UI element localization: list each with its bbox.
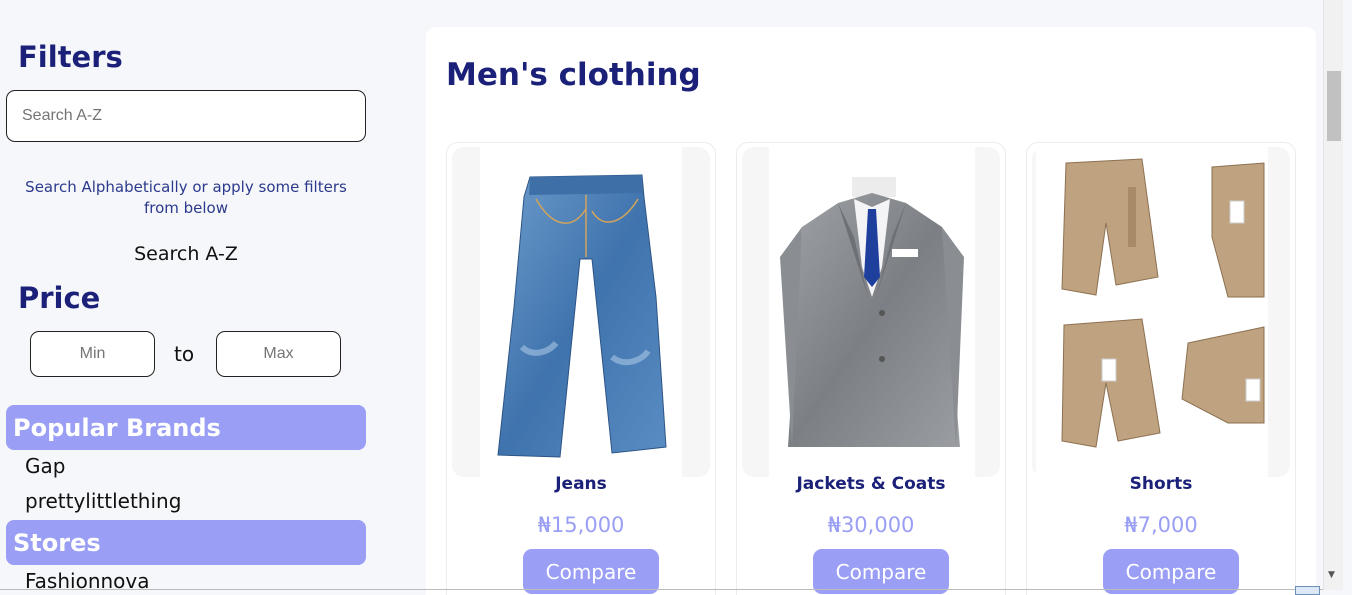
search-input[interactable] [6, 90, 366, 142]
search-hint: Search Alphabetically or apply some filt… [25, 178, 347, 217]
jeans-icon [497, 174, 667, 458]
compare-button[interactable]: Compare [813, 549, 949, 594]
product-name[interactable]: Jackets & Coats [737, 474, 1005, 494]
product-panel: Men's clothing Jeans ₦15,000 Compare Jac… [426, 27, 1316, 595]
jacket-image[interactable] [742, 147, 1000, 477]
price-max-input[interactable] [216, 331, 341, 377]
price-heading: Price [18, 281, 101, 315]
scroll-down-arrow-icon[interactable]: ▼ [1328, 570, 1335, 580]
shorts-image[interactable] [1032, 147, 1290, 477]
filters-heading: Filters [18, 40, 123, 74]
search-az-label: Search A-Z [134, 243, 238, 265]
jeans-image[interactable] [452, 147, 710, 477]
product-card[interactable]: Jackets & Coats ₦30,000 Compare [736, 142, 1006, 595]
product-price: ₦7,000 [1124, 513, 1198, 537]
window-corner-icon [1295, 586, 1320, 595]
price-to-label: to [174, 342, 195, 366]
product-price: ₦15,000 [537, 513, 625, 537]
window-bottom-border [0, 589, 1323, 590]
compare-button[interactable]: Compare [1103, 549, 1239, 594]
product-name[interactable]: Jeans [447, 474, 715, 494]
popular-brands-header[interactable]: Popular Brands [6, 405, 366, 450]
compare-button[interactable]: Compare [523, 549, 659, 594]
page-title: Men's clothing [446, 57, 701, 93]
brand-item-gap[interactable]: Gap [25, 454, 65, 478]
product-card[interactable]: Shorts ₦7,000 Compare [1026, 142, 1296, 595]
vertical-scrollbar[interactable]: ▼ [1323, 0, 1343, 590]
shorts-icon [1061, 158, 1265, 448]
product-name[interactable]: Shorts [1027, 474, 1295, 494]
filters-sidebar: Filters Search Alphabetically or apply s… [0, 0, 375, 595]
price-min-input[interactable] [30, 331, 155, 377]
scrollbar-thumb[interactable] [1327, 71, 1341, 141]
product-price: ₦30,000 [827, 513, 915, 537]
product-card[interactable]: Jeans ₦15,000 Compare [446, 142, 716, 595]
brand-item-prettylittlething[interactable]: prettylittlething [25, 489, 181, 513]
stores-header[interactable]: Stores [6, 520, 366, 565]
jacket-icon [780, 177, 964, 447]
